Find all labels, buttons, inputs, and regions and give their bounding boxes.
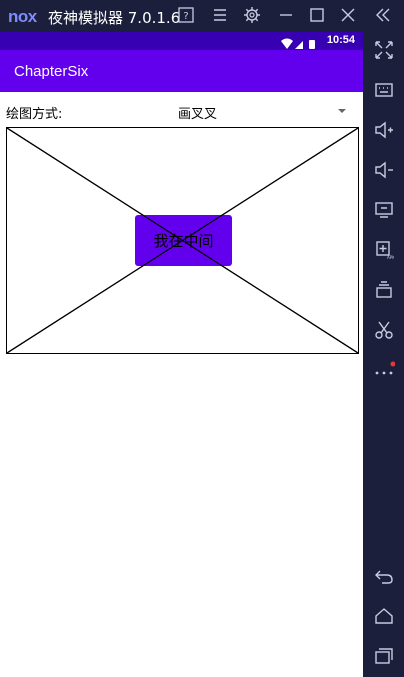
maximize-icon[interactable]: [307, 6, 327, 26]
status-time: 10:54: [326, 34, 355, 46]
screen-icon[interactable]: [373, 200, 395, 222]
drawing-mode-value: 画叉叉: [178, 107, 218, 122]
drawing-canvas: 我在中间: [6, 127, 359, 354]
center-button[interactable]: 我在中间: [135, 215, 232, 266]
emulator-titlebar: nox 夜神模拟器 7.0.1.6 ?: [0, 0, 404, 32]
wifi-icon: [281, 38, 293, 49]
app-title: ChapterSix: [14, 63, 89, 80]
volume-down-icon[interactable]: [373, 160, 395, 182]
status-bar: 10:54: [0, 32, 363, 50]
notification-dot: [390, 361, 396, 367]
drawing-mode-row: 绘图方式: 画叉叉: [0, 100, 363, 124]
battery-icon: [309, 40, 315, 49]
install-apk-icon[interactable]: APK: [373, 240, 395, 262]
status-icons: [281, 35, 317, 49]
emulator-title: 夜神模拟器 7.0.1.6: [48, 9, 181, 27]
fullscreen-icon[interactable]: [373, 40, 395, 62]
more-icon[interactable]: [373, 360, 396, 382]
volume-up-icon[interactable]: [373, 120, 395, 142]
app-bar: ChapterSix: [0, 50, 363, 92]
screenshot-scissors-icon[interactable]: [373, 320, 395, 342]
help-icon[interactable]: ?: [176, 6, 196, 26]
back-icon[interactable]: [373, 566, 395, 588]
nox-logo: nox: [8, 7, 37, 26]
phone-screen: 10:54 ChapterSix 绘图方式: 画叉叉 我在中间: [0, 32, 363, 677]
menu-icon[interactable]: [210, 6, 230, 26]
close-icon[interactable]: [338, 6, 358, 26]
minimize-icon[interactable]: [276, 6, 296, 26]
emulator-sidebar: APK: [363, 32, 404, 677]
home-icon[interactable]: [373, 606, 395, 628]
svg-text:APK: APK: [387, 255, 394, 260]
dropdown-arrow-icon: [338, 109, 346, 113]
svg-text:?: ?: [183, 11, 188, 22]
recent-apps-icon[interactable]: [373, 646, 395, 668]
keyboard-icon[interactable]: [373, 80, 395, 102]
drawing-mode-label: 绘图方式:: [6, 107, 63, 122]
settings-icon[interactable]: [242, 6, 262, 26]
drawing-mode-spinner[interactable]: 画叉叉: [170, 100, 356, 124]
signal-icon: [295, 41, 303, 49]
multi-instance-icon[interactable]: [373, 280, 395, 302]
collapse-sidebar-icon[interactable]: [372, 6, 394, 26]
